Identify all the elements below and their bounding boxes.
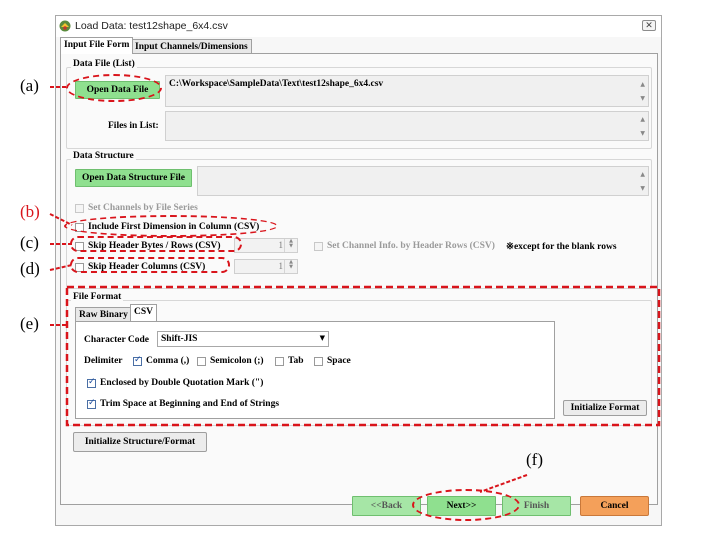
next-button-highlight: [412, 489, 520, 521]
annotation-e: (e): [20, 314, 39, 333]
annotation-c: (c): [20, 233, 39, 252]
skip-header-rows-highlight: [70, 236, 242, 252]
annotation-b: (b): [20, 202, 40, 221]
leader-d: [49, 264, 73, 271]
annotation-f: (f): [526, 450, 543, 469]
include-first-dimension-highlight: [64, 215, 278, 237]
skip-header-columns-highlight: [70, 257, 230, 273]
open-data-file-highlight: [66, 74, 162, 102]
tab-csv[interactable]: CSV: [130, 304, 158, 321]
tab-input-file-form[interactable]: Input File Form: [60, 37, 134, 54]
annotation-a: (a): [20, 76, 39, 95]
annotation-d: (d): [20, 259, 40, 278]
